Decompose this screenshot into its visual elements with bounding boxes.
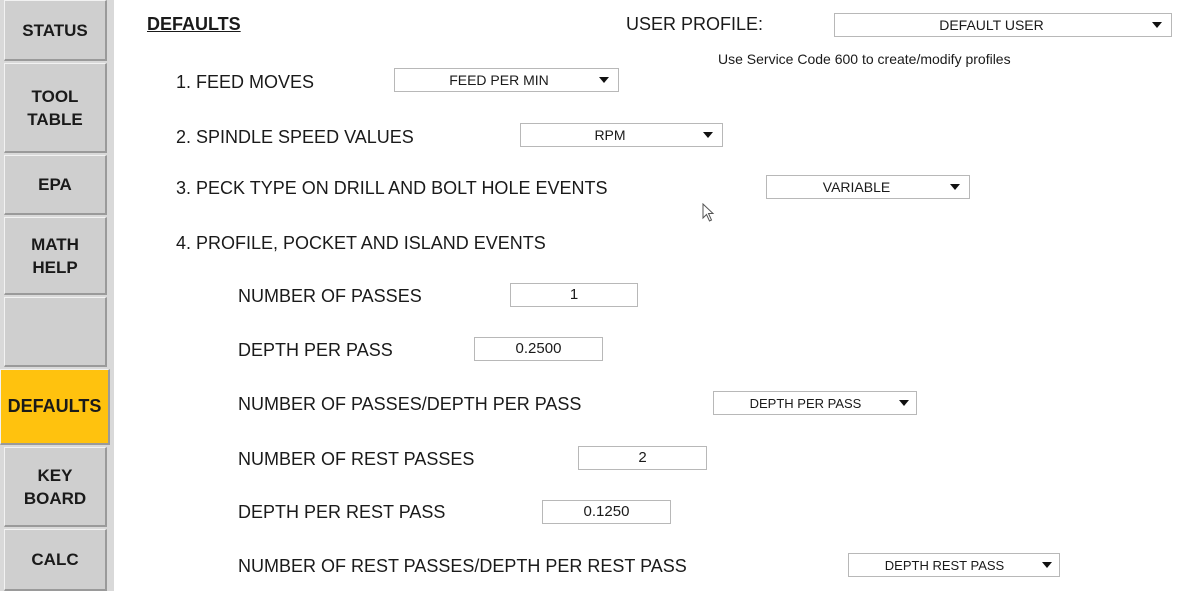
sidebar-item-calc[interactable]: CALC (4, 529, 107, 591)
passes-or-depth-value: DEPTH PER PASS (749, 395, 862, 411)
chevron-down-icon (599, 77, 609, 83)
rest-passes-input[interactable]: 2 (578, 446, 707, 470)
chevron-down-icon (703, 132, 713, 138)
service-code-hint: Use Service Code 600 to create/modify pr… (718, 51, 1011, 67)
feed-moves-select[interactable]: FEED PER MIN (394, 68, 619, 92)
depth-per-pass-label: DEPTH PER PASS (238, 340, 393, 360)
sidebar-item-epa[interactable]: EPA (4, 155, 107, 215)
chevron-down-icon (1042, 562, 1052, 568)
peck-type-select[interactable]: VARIABLE (766, 175, 970, 199)
chevron-down-icon (1152, 22, 1162, 28)
feed-moves-label: 1. FEED MOVES (176, 72, 315, 92)
number-of-passes-label: NUMBER OF PASSES (238, 286, 422, 306)
passes-or-depth-label: NUMBER OF PASSES/DEPTH PER PASS (238, 394, 582, 414)
peck-type-label: 3. PECK TYPE ON DRILL AND BOLT HOLE EVEN… (176, 178, 608, 198)
peck-type-value: VARIABLE (822, 179, 891, 195)
passes-or-depth-select[interactable]: DEPTH PER PASS (713, 391, 917, 415)
rest-passes-or-depth-value: DEPTH REST PASS (884, 557, 1005, 573)
mouse-pointer-icon (702, 203, 715, 222)
spindle-speed-label: 2. SPINDLE SPEED VALUES (176, 127, 414, 147)
sidebar-item-math-help[interactable]: MATH HELP (4, 217, 107, 295)
depth-per-rest-pass-label: DEPTH PER REST PASS (238, 502, 446, 522)
number-of-passes-input[interactable]: 1 (510, 283, 638, 307)
chevron-down-icon (950, 184, 960, 190)
sidebar-item-tool-table[interactable]: TOOL TABLE (4, 63, 107, 153)
rest-passes-or-depth-label: NUMBER OF REST PASSES/DEPTH PER REST PAS… (238, 556, 687, 576)
depth-per-pass-input[interactable]: 0.2500 (474, 337, 603, 361)
spindle-speed-select[interactable]: RPM (520, 123, 723, 147)
user-profile-select[interactable]: DEFAULT USER (834, 13, 1172, 37)
depth-per-rest-pass-input[interactable]: 0.1250 (542, 500, 671, 524)
sidebar-item-status[interactable]: STATUS (4, 0, 107, 61)
chevron-down-icon (899, 400, 909, 406)
sidebar-item-blank[interactable] (4, 297, 107, 367)
user-profile-value: DEFAULT USER (939, 17, 1044, 33)
profile-events-label: 4. PROFILE, POCKET AND ISLAND EVENTS (176, 233, 546, 253)
page-title: DEFAULTS (147, 14, 241, 34)
defaults-screen: STATUS TOOL TABLE EPA MATH HELP DEFAULTS… (0, 0, 1190, 591)
rest-passes-or-depth-select[interactable]: DEPTH REST PASS (848, 553, 1060, 577)
feed-moves-value: FEED PER MIN (449, 72, 549, 88)
user-profile-label: USER PROFILE: (626, 14, 764, 34)
sidebar: STATUS TOOL TABLE EPA MATH HELP DEFAULTS… (0, 0, 114, 591)
rest-passes-label: NUMBER OF REST PASSES (238, 449, 475, 469)
sidebar-item-defaults[interactable]: DEFAULTS (0, 369, 110, 445)
spindle-speed-value: RPM (594, 127, 626, 143)
sidebar-item-keyboard[interactable]: KEY BOARD (4, 447, 107, 527)
